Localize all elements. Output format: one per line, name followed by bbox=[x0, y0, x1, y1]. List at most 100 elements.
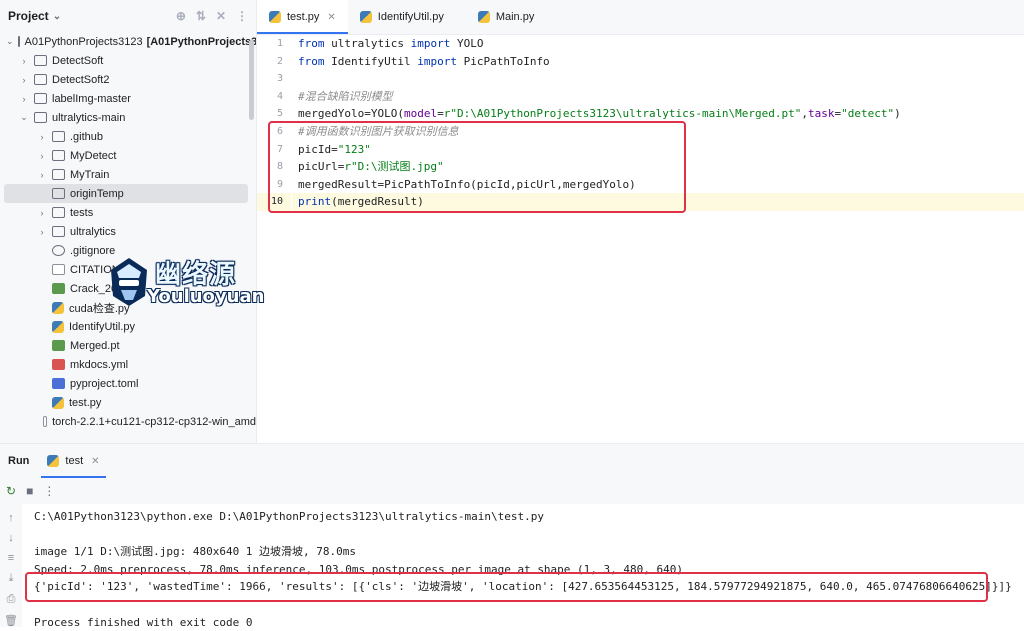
code-token: import bbox=[410, 37, 451, 50]
more-options-icon[interactable]: ⋮ bbox=[43, 484, 55, 498]
console-line: C:\A01Python3123\python.exe D:\A01Python… bbox=[34, 510, 544, 523]
tree-item[interactable]: › labelImg-master bbox=[0, 89, 256, 108]
chevron-down-icon[interactable]: ⌄ bbox=[6, 36, 14, 47]
print-icon[interactable]: ⎙ bbox=[7, 593, 16, 606]
rerun-icon[interactable]: ↻ bbox=[6, 484, 16, 498]
chevron-right-icon[interactable]: › bbox=[18, 75, 30, 85]
yaml-file-icon bbox=[52, 359, 65, 370]
soft-wrap-icon[interactable]: ≡ bbox=[8, 552, 14, 564]
tree-item-label: tests bbox=[70, 206, 94, 219]
chevron-right-icon[interactable]: › bbox=[18, 94, 30, 104]
chevron-right-icon[interactable]: › bbox=[36, 151, 48, 161]
tree-item[interactable]: mkdocs.yml bbox=[0, 355, 256, 374]
tab-label: test.py bbox=[287, 11, 320, 23]
chevron-right-icon[interactable]: › bbox=[36, 227, 48, 237]
binary-file-icon bbox=[52, 283, 65, 294]
code-editor[interactable]: from ultralytics import YOLO from Identif… bbox=[292, 35, 1024, 443]
tree-item[interactable]: ⌄ ultralytics-main bbox=[0, 108, 256, 127]
text-file-icon bbox=[42, 416, 48, 427]
tree-item[interactable]: test.py bbox=[0, 393, 256, 412]
line-number: 2 bbox=[276, 55, 283, 67]
code-line[interactable]: #混合缺陷识别模型 bbox=[292, 88, 1024, 106]
locate-icon[interactable]: ⊕ bbox=[176, 9, 186, 23]
python-file-icon bbox=[47, 455, 60, 467]
code-token: model bbox=[403, 107, 438, 121]
tree-item[interactable]: › ultralytics bbox=[0, 222, 256, 241]
tree-item-label: pyproject.toml bbox=[70, 377, 139, 390]
code-token: PicPathToInfo bbox=[456, 54, 550, 68]
ignore-file-icon bbox=[52, 245, 65, 256]
close-icon[interactable]: ✕ bbox=[327, 12, 335, 23]
run-title: Run bbox=[8, 455, 30, 467]
collapse-all-icon[interactable]: ✕ bbox=[216, 9, 226, 23]
editor-tabs: test.py ✕ IdentifyUtil.py Main.py bbox=[257, 0, 1024, 35]
binary-file-icon bbox=[52, 340, 65, 351]
tree-item-label: .github bbox=[70, 130, 104, 143]
code-token: task bbox=[807, 107, 835, 121]
tree-item[interactable]: IdentifyUtil.py bbox=[0, 317, 256, 336]
tab-main-py[interactable]: Main.py bbox=[466, 0, 547, 34]
project-header[interactable]: Project ⌄ ⊕ ⇅ ✕ ⋮ bbox=[0, 0, 256, 32]
stop-icon[interactable]: ■ bbox=[26, 484, 33, 498]
tab-label: Main.py bbox=[495, 11, 535, 23]
more-options-icon[interactable]: ⋮ bbox=[236, 9, 248, 23]
code-line[interactable]: from ultralytics import YOLO bbox=[292, 35, 1024, 53]
project-root[interactable]: ⌄ A01PythonProjects3123 [A01PythonProjec… bbox=[0, 32, 256, 51]
code-token: import bbox=[417, 54, 457, 68]
tree-item-label: ultralytics-main bbox=[52, 111, 126, 124]
arrow-down-icon[interactable]: ↓ bbox=[8, 532, 14, 544]
tree-item-label: MyTrain bbox=[70, 168, 110, 181]
tree-item[interactable]: Merged.pt bbox=[0, 336, 256, 355]
chevron-right-icon[interactable]: › bbox=[18, 56, 30, 66]
run-console[interactable]: C:\A01Python3123\python.exe D:\A01Python… bbox=[22, 504, 1024, 629]
python-file-icon bbox=[269, 11, 281, 23]
tab-identifyutil-py[interactable]: IdentifyUtil.py bbox=[348, 0, 456, 34]
trash-icon[interactable]: 🗑 bbox=[4, 614, 18, 627]
code-token: from bbox=[298, 37, 325, 50]
run-tab-test[interactable]: test ✕ bbox=[37, 444, 109, 478]
tree-item[interactable]: › MyTrain bbox=[0, 165, 256, 184]
tree-item[interactable]: › .github bbox=[0, 127, 256, 146]
tree-item-label: mkdocs.yml bbox=[70, 358, 129, 371]
tree-item[interactable]: › DetectSoft2 bbox=[0, 70, 256, 89]
close-icon[interactable]: ✕ bbox=[91, 456, 99, 467]
code-token: "detect" bbox=[841, 107, 895, 121]
hacker-logo-icon bbox=[111, 258, 147, 306]
folder-icon bbox=[52, 188, 65, 199]
chevron-down-icon[interactable]: ⌄ bbox=[18, 112, 30, 123]
text-file-icon bbox=[52, 264, 65, 275]
folder-icon bbox=[17, 36, 20, 47]
project-scrollbar[interactable] bbox=[249, 40, 254, 120]
tree-item-label: originTemp bbox=[70, 187, 124, 200]
watermark-subtitle: Youluoyuan bbox=[147, 286, 265, 307]
code-token: IdentifyUtil bbox=[324, 54, 418, 68]
highlight-box-output bbox=[25, 572, 988, 602]
code-token: ultralytics bbox=[324, 37, 411, 50]
run-tab-label: test bbox=[65, 455, 84, 467]
chevron-down-icon[interactable]: ⌄ bbox=[53, 11, 61, 22]
code-line[interactable] bbox=[292, 70, 1024, 88]
code-token: mergedYolo=YOLO( bbox=[298, 107, 404, 121]
folder-icon bbox=[34, 74, 47, 85]
tree-item[interactable]: torch-2.2.1+cu121-cp312-cp312-win_amd bbox=[0, 412, 256, 431]
scroll-to-end-icon[interactable]: ⤓ bbox=[9, 572, 14, 585]
chevron-right-icon[interactable]: › bbox=[36, 132, 48, 142]
chevron-right-icon[interactable]: › bbox=[36, 170, 48, 180]
tree-item[interactable]: originTemp bbox=[4, 184, 248, 203]
tree-item[interactable]: › MyDetect bbox=[0, 146, 256, 165]
line-number: 4 bbox=[276, 90, 283, 102]
expand-all-icon[interactable]: ⇅ bbox=[196, 9, 206, 23]
tab-test-py[interactable]: test.py ✕ bbox=[257, 0, 348, 34]
run-header: Run test ✕ bbox=[0, 444, 1024, 478]
code-line[interactable]: from IdentifyUtil import PicPathToInfo bbox=[292, 53, 1024, 71]
python-file-icon bbox=[477, 11, 490, 23]
tree-item-label: torch-2.2.1+cu121-cp312-cp312-win_amd bbox=[52, 415, 256, 428]
chevron-right-icon[interactable]: › bbox=[36, 208, 48, 218]
tree-item[interactable]: pyproject.toml bbox=[0, 374, 256, 393]
arrow-up-icon[interactable]: ↑ bbox=[8, 512, 14, 524]
tree-item[interactable]: › DetectSoft bbox=[0, 51, 256, 70]
code-token: YOLO bbox=[450, 37, 484, 50]
highlight-box-code bbox=[268, 121, 686, 213]
code-token: , bbox=[801, 107, 808, 121]
tree-item[interactable]: › tests bbox=[0, 203, 256, 222]
